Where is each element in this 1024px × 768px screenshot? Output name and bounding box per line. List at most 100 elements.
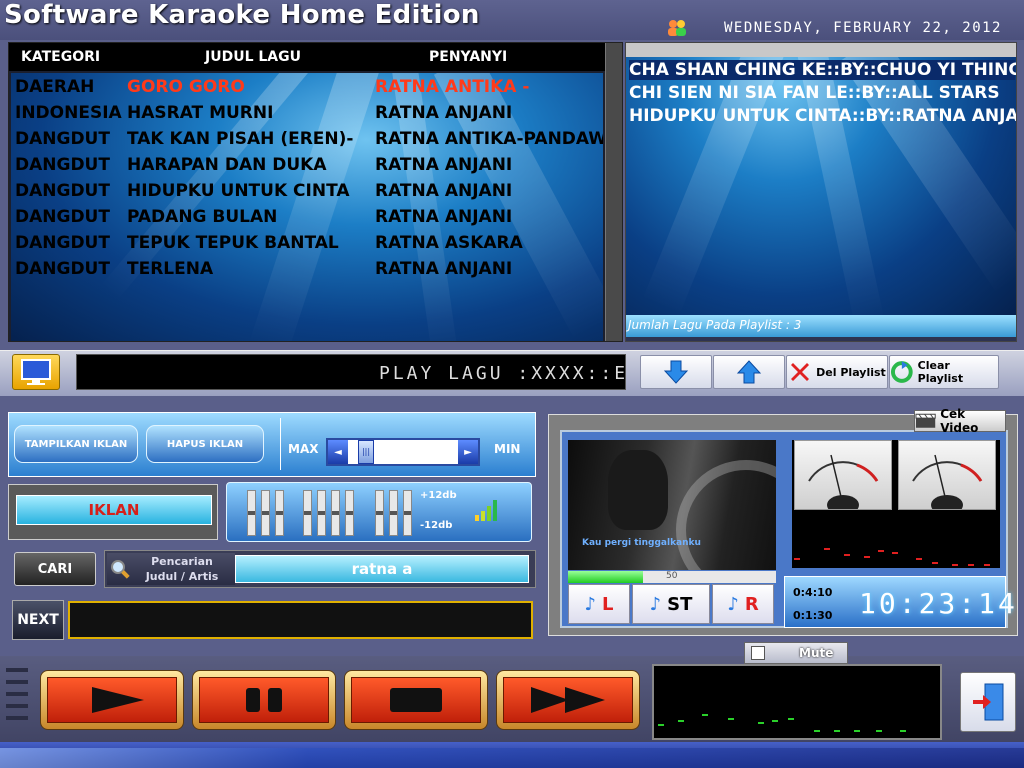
- eq-slider[interactable]: [317, 490, 326, 536]
- vu-dial-icon: [912, 454, 983, 515]
- playlist-panel: CHA SHAN CHING KE::BY::CHUO YI THING CHI…: [625, 42, 1017, 342]
- spectrum-analyzer: [652, 664, 942, 740]
- song-elapsed: 0:1:30: [793, 609, 833, 622]
- playlist-item[interactable]: HIDUPKU UNTUK CINTA::BY::RATNA ANJANI: [629, 106, 1016, 126]
- channel-left-button[interactable]: ♪ L: [568, 584, 630, 624]
- mute-checkbox[interactable]: [751, 646, 765, 660]
- date-display: Wednesday, February 22, 2012: [723, 20, 1002, 36]
- volume-thumb[interactable]: |||: [358, 440, 374, 464]
- now-playing-text: PLAY LAGU :XXXX::E: [379, 363, 626, 384]
- playlist-count: Jumlah Lagu Pada Playlist : 3: [626, 315, 1016, 337]
- iklan-label: IKLAN: [16, 495, 212, 525]
- eq-slider[interactable]: [303, 490, 312, 536]
- exit-door-icon: [973, 683, 1004, 721]
- eq-slider[interactable]: [389, 490, 398, 536]
- fast-forward-button[interactable]: [496, 670, 640, 730]
- clapperboard-icon: [915, 413, 936, 428]
- fast-forward-icon: [531, 687, 605, 713]
- video-progress[interactable]: 50: [568, 571, 776, 583]
- eq-slider[interactable]: [345, 490, 354, 536]
- vu-meter-right: [898, 440, 996, 515]
- music-note-icon: ♪: [649, 593, 662, 615]
- tampilkan-iklan-button[interactable]: TAMPILKAN IKLAN: [14, 425, 138, 463]
- stop-icon: [390, 688, 442, 712]
- cek-video-button[interactable]: Cek Video: [914, 407, 1006, 435]
- channel-stereo-button[interactable]: ♪ ST: [632, 584, 710, 624]
- music-note-icon: ♪: [727, 593, 739, 615]
- clock: 10:23:14: [859, 587, 1018, 620]
- song-list-header: KATEGORI JUDUL LAGU PENYANYI: [9, 43, 609, 71]
- eq-slider[interactable]: [261, 490, 270, 536]
- search-icon: [111, 560, 130, 579]
- table-row[interactable]: DANGDUT PADANG BULAN RATNA ANJANI: [11, 205, 603, 231]
- volume-min-label: MIN: [494, 442, 521, 456]
- now-playing-marquee: PLAY LAGU :XXXX::E: [76, 354, 626, 390]
- spectrum-bars: [658, 714, 906, 732]
- users-icon: [668, 20, 686, 36]
- table-row[interactable]: DAERAH GORO GORO RATNA ANTIKA -: [11, 75, 603, 101]
- header-kategori[interactable]: KATEGORI: [21, 49, 100, 65]
- playlist-header: [626, 43, 1016, 57]
- song-list-scrollbar[interactable]: [605, 43, 622, 341]
- volume-right-arrow[interactable]: ►: [458, 440, 478, 464]
- table-row[interactable]: DANGDUT TERLENA RATNA ANJANI: [11, 257, 603, 283]
- exit-button[interactable]: [960, 672, 1016, 732]
- search-input[interactable]: [235, 555, 529, 583]
- signal-bars-icon: [475, 500, 497, 521]
- header-judul[interactable]: JUDUL LAGU: [205, 49, 301, 65]
- stop-button[interactable]: [344, 670, 488, 730]
- song-duration: 0:4:10: [793, 586, 833, 599]
- monitor-icon: [21, 359, 51, 385]
- playlist-item[interactable]: CHA SHAN CHING KE::BY::CHUO YI THING: [629, 60, 1016, 80]
- eq-slider[interactable]: [375, 490, 384, 536]
- table-row[interactable]: INDONESIA HASRAT MURNI RATNA ANJANI: [11, 101, 603, 127]
- volume-left-arrow[interactable]: ◄: [328, 440, 348, 464]
- next-song-marquee: [68, 601, 533, 639]
- grip-handle-icon[interactable]: [6, 664, 28, 736]
- play-button[interactable]: [40, 670, 184, 730]
- table-row[interactable]: DANGDUT TEPUK TEPUK BANTAL RATNA ASKARA: [11, 231, 603, 257]
- eq-slider[interactable]: [275, 490, 284, 536]
- mute-toggle[interactable]: Mute: [744, 642, 848, 664]
- delete-icon: [791, 363, 810, 381]
- header-penyanyi[interactable]: PENYANYI: [429, 49, 507, 65]
- search-bar: Pencarian Judul / Artis: [104, 550, 536, 588]
- del-playlist-button[interactable]: Del Playlist: [786, 355, 888, 389]
- cari-button[interactable]: CARI: [14, 552, 96, 586]
- clear-playlist-button[interactable]: Clear Playlist: [889, 355, 999, 389]
- video-progress-fill: [568, 571, 643, 583]
- video-progress-value: 50: [666, 571, 678, 581]
- move-up-button[interactable]: [713, 355, 785, 389]
- move-down-button[interactable]: [640, 355, 712, 389]
- next-button[interactable]: NEXT: [12, 600, 64, 640]
- song-list-body[interactable]: DAERAH GORO GORO RATNA ANTIKA - INDONESI…: [11, 73, 603, 341]
- song-list-panel: KATEGORI JUDUL LAGU PENYANYI DAERAH GORO…: [8, 42, 623, 342]
- vu-meter-panel: [792, 440, 1000, 568]
- playlist-item[interactable]: CHI SIEN NI SIA FAN LE::BY::ALL STARS: [629, 83, 1000, 103]
- table-row[interactable]: DANGDUT HARAPAN DAN DUKA RATNA ANJANI: [11, 153, 603, 179]
- eq-slider[interactable]: [331, 490, 340, 536]
- refresh-icon: [890, 361, 913, 383]
- eq-slider[interactable]: [403, 490, 412, 536]
- video-screen[interactable]: Kau pergi tinggalkanku: [568, 440, 776, 570]
- iklan-box: IKLAN: [8, 484, 218, 540]
- level-bars: [794, 548, 990, 566]
- arrow-up-icon: [736, 360, 762, 384]
- arrow-down-icon: [663, 360, 689, 384]
- volume-max-label: MAX: [288, 442, 319, 456]
- karaoke-lyric: Kau pergi tinggalkanku: [582, 538, 701, 548]
- table-row[interactable]: DANGDUT TAK KAN PISAH (EREN)- RATNA ANTI…: [11, 127, 603, 153]
- eq-bottom-label: -12db: [420, 520, 453, 531]
- eq-top-label: +12db: [420, 490, 457, 501]
- pause-button[interactable]: [192, 670, 336, 730]
- monitor-button[interactable]: [12, 354, 60, 390]
- hapus-iklan-button[interactable]: HAPUS IKLAN: [146, 425, 264, 463]
- table-row[interactable]: DANGDUT HIDUPKU UNTUK CINTA RATNA ANJANI: [11, 179, 603, 205]
- channel-right-button[interactable]: ♪ R: [712, 584, 774, 624]
- play-icon: [92, 687, 144, 713]
- playlist-body[interactable]: CHA SHAN CHING KE::BY::CHUO YI THING CHI…: [626, 57, 1016, 315]
- vu-meter-left: [794, 440, 892, 515]
- volume-slider[interactable]: ◄ ||| ►: [326, 438, 480, 466]
- eq-slider[interactable]: [247, 490, 256, 536]
- app-title: Software Karaoke Home Edition: [4, 0, 480, 30]
